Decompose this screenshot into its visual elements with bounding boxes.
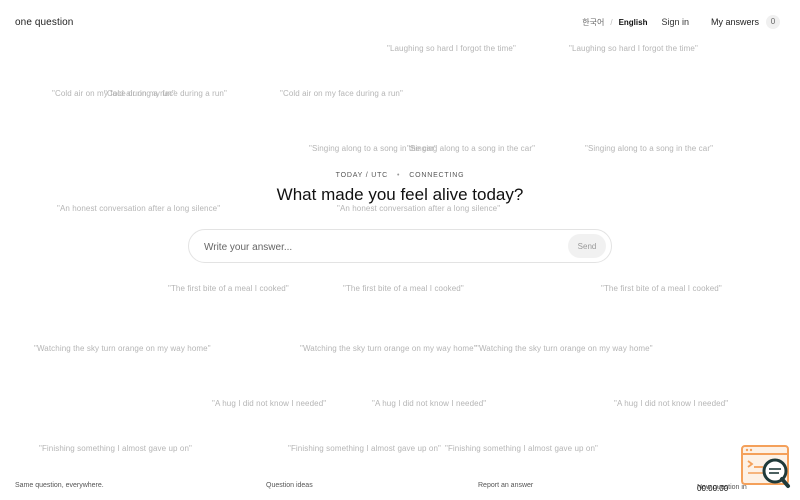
floating-answer: "The first bite of a meal I cooked" bbox=[601, 284, 722, 293]
footer: Same question, everywhere. Question idea… bbox=[0, 480, 800, 494]
question-block: TODAY / UTC • CONNECTING What made you fee… bbox=[0, 172, 800, 205]
language-english[interactable]: English bbox=[619, 18, 648, 27]
floating-answer: "A hug I did not know I needed" bbox=[614, 399, 729, 408]
report-answer-link[interactable]: Report an answer bbox=[478, 482, 533, 489]
question-ideas-link[interactable]: Question ideas bbox=[266, 482, 313, 489]
send-button[interactable]: Send bbox=[568, 234, 606, 258]
connection-status: CONNECTING bbox=[409, 172, 465, 179]
question-title: What made you feel alive today? bbox=[272, 185, 528, 205]
floating-answer: "Finishing something I almost gave up on… bbox=[288, 444, 441, 453]
question-meta: TODAY / UTC • CONNECTING bbox=[0, 172, 800, 179]
floating-answer: "Singing along to a song in the car" bbox=[309, 144, 438, 153]
date-label: TODAY / UTC bbox=[335, 172, 389, 179]
floating-answer: "Cold air on my face during a run" bbox=[280, 89, 403, 98]
footer-tagline: Same question, everywhere. bbox=[15, 482, 104, 489]
browser-search-icon[interactable] bbox=[741, 445, 791, 489]
header-nav: 한국어 / English Sign in My answers 0 bbox=[582, 15, 780, 29]
floating-answer: "An honest conversation after a long sil… bbox=[337, 204, 501, 213]
language-separator: / bbox=[610, 17, 613, 27]
floating-answer: "Cold air on my face during a run" bbox=[52, 89, 175, 98]
meta-dot: • bbox=[397, 172, 401, 179]
floating-answer: "A hug I did not know I needed" bbox=[372, 399, 487, 408]
page: "Laughing so hard I forgot the time" "La… bbox=[0, 0, 800, 500]
sign-in-link[interactable]: Sign in bbox=[661, 17, 689, 27]
floating-answer: "Finishing something I almost gave up on… bbox=[39, 444, 192, 453]
countdown-timer: 00:00:00 bbox=[697, 484, 729, 493]
floating-answer: "Singing along to a song in the car" bbox=[407, 144, 536, 153]
floating-answer: "Finishing something I almost gave up on… bbox=[445, 444, 598, 453]
floating-answer: "Singing along to a song in the car" bbox=[585, 144, 714, 153]
floating-answer: "The first bite of a meal I cooked" bbox=[343, 284, 464, 293]
my-answers-link[interactable]: My answers bbox=[711, 17, 759, 27]
answer-input[interactable] bbox=[202, 230, 566, 264]
floating-answer: "An honest conversation after a long sil… bbox=[57, 204, 221, 213]
floating-answer: "Cold air on my face during a run" bbox=[104, 89, 227, 98]
answers-count-badge: 0 bbox=[766, 15, 780, 29]
header: one question 한국어 / English Sign in My an… bbox=[0, 0, 800, 46]
language-korean[interactable]: 한국어 bbox=[582, 17, 604, 28]
answer-form: Send bbox=[188, 229, 612, 264]
floating-answer: "Watching the sky turn orange on my way … bbox=[476, 344, 653, 353]
floating-answer: "The first bite of a meal I cooked" bbox=[168, 284, 289, 293]
floating-answer: "Watching the sky turn orange on my way … bbox=[34, 344, 211, 353]
brand-logo[interactable]: one question bbox=[15, 17, 73, 28]
floating-answer: "A hug I did not know I needed" bbox=[212, 399, 327, 408]
floating-answer: "Watching the sky turn orange on my way … bbox=[300, 344, 477, 353]
